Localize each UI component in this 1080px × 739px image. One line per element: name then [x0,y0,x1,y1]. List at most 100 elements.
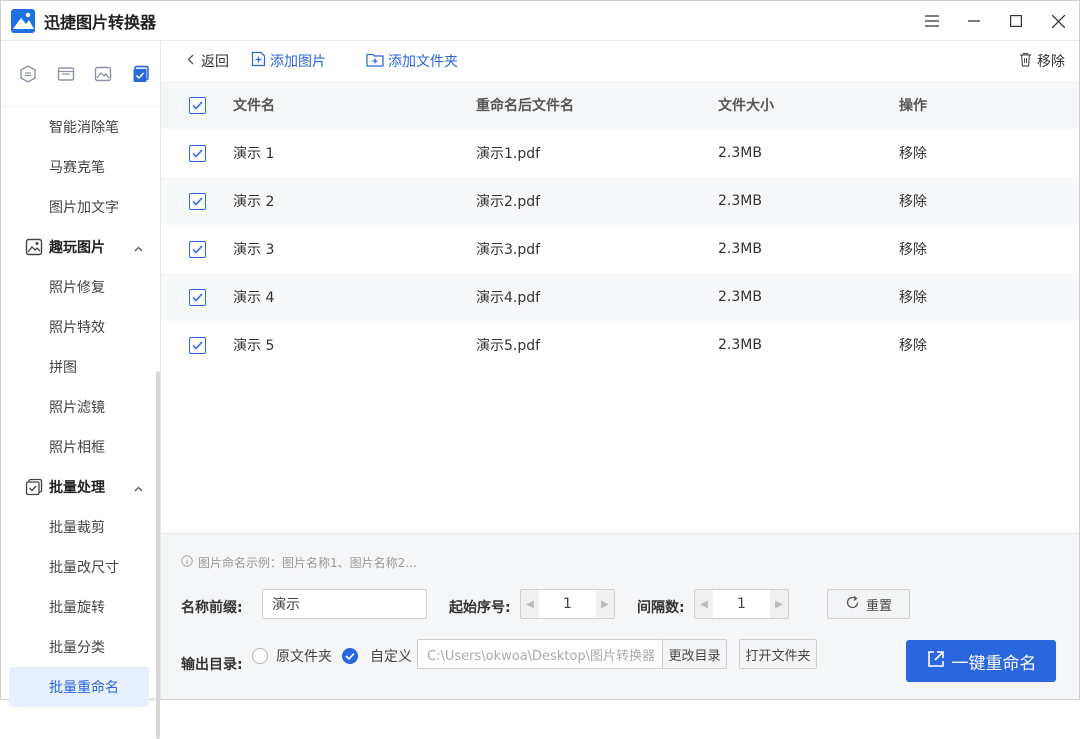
interval-label: 间隔数: [637,600,685,616]
menu-icon[interactable] [911,1,953,41]
row-checkbox[interactable] [189,336,206,354]
output-dir-label: 输出目录: [181,657,243,673]
sidebar-item-frames[interactable]: 照片相框 [1,427,157,467]
row-remove-link[interactable]: 移除 [899,143,927,163]
output-original-option[interactable]: 原文件夹 [252,646,332,666]
row-renamed: 演示2.pdf [476,194,541,210]
table-row[interactable]: 演示 1 演示1.pdf 2.3MB 移除 [161,129,1079,177]
change-dir-button[interactable]: 更改目录 [662,639,727,669]
radio-custom[interactable] [342,648,358,664]
row-checkbox[interactable] [189,240,206,258]
row-renamed: 演示1.pdf [476,146,541,162]
row-checkbox[interactable] [189,144,206,162]
prefix-input[interactable]: 演示 [262,589,427,619]
sidebar-group-fun[interactable]: 趣玩图片 [1,227,157,267]
decrement-icon[interactable]: ◀ [521,590,539,618]
app-window: 迅捷图片转换器 智能消除笔 马赛克笔 图片加文字 趣玩图片 照片修复 照片特效 … [0,0,1080,739]
chevron-up-icon [134,240,143,256]
rename-settings-panel: 图片命名示例：图片名称1、图片名称2... 名称前缀: 演示 起始序号: ◀ 1… [161,533,1079,699]
row-remove-link[interactable]: 移除 [899,239,927,259]
fun-image-icon [25,238,43,256]
row-filename: 演示 5 [233,338,275,354]
sidebar-scrollbar[interactable] [156,371,160,739]
row-remove-link[interactable]: 移除 [899,287,927,307]
sidebar: 智能消除笔 马赛克笔 图片加文字 趣玩图片 照片修复 照片特效 拼图 照片滤镜 … [1,41,161,739]
row-size: 2.3MB [718,193,762,209]
row-filename: 演示 1 [233,146,275,162]
rename-all-button[interactable]: 一键重命名 [906,640,1056,682]
row-filename: 演示 4 [233,290,275,306]
table-row[interactable]: 演示 4 演示4.pdf 2.3MB 移除 [161,273,1079,321]
header-action: 操作 [899,98,927,114]
interval-stepper[interactable]: ◀ 1 ▶ [694,589,789,619]
sidebar-item-batch-rename[interactable]: 批量重命名 [9,667,149,707]
sidebar-item-batch-rotate[interactable]: 批量旋转 [1,587,157,627]
start-number-stepper[interactable]: ◀ 1 ▶ [520,589,615,619]
back-button[interactable]: 返回 [187,51,229,71]
add-folder-icon [366,52,384,71]
app-logo-icon [11,8,35,33]
open-folder-button[interactable]: 打开文件夹 [739,639,817,669]
toolbar: 返回 添加图片 添加文件夹 移除 [161,41,1079,81]
batch-tab-icon[interactable] [122,59,160,89]
chevron-up-icon [134,480,143,496]
remove-all-button[interactable]: 移除 [1019,51,1065,71]
sidebar-item-collage[interactable]: 拼图 [1,347,157,387]
sidebar-item-mosaic[interactable]: 马赛克笔 [1,147,157,187]
sidebar-item-eraser[interactable]: 智能消除笔 [1,107,157,147]
sidebar-item-add-text[interactable]: 图片加文字 [1,187,157,227]
close-icon[interactable] [1037,1,1079,41]
row-renamed: 演示3.pdf [476,242,541,258]
sidebar-item-batch-crop[interactable]: 批量裁剪 [1,507,157,547]
row-size: 2.3MB [718,241,762,257]
chevron-left-icon [187,53,194,69]
table-row[interactable]: 演示 2 演示2.pdf 2.3MB 移除 [161,177,1079,225]
decrement-icon[interactable]: ◀ [695,590,713,618]
refresh-icon [845,595,860,614]
table-row[interactable]: 演示 3 演示3.pdf 2.3MB 移除 [161,225,1079,273]
start-number-label: 起始序号: [449,600,511,616]
main-panel: 返回 添加图片 添加文件夹 移除 文件名 重命名后文件名 文件大小 操作 演示 … [161,41,1079,699]
add-file-icon [251,51,266,71]
row-size: 2.3MB [718,289,762,305]
maximize-icon[interactable] [995,1,1037,41]
radio-original[interactable] [252,648,268,664]
edit-tab-icon[interactable] [47,59,85,89]
row-checkbox[interactable] [189,288,206,306]
app-title: 迅捷图片转换器 [44,12,157,32]
table-row[interactable]: 演示 5 演示5.pdf 2.3MB 移除 [161,321,1079,369]
convert-tab-icon[interactable] [9,59,47,89]
row-size: 2.3MB [718,145,762,161]
add-folder-button[interactable]: 添加文件夹 [366,51,458,71]
row-renamed: 演示4.pdf [476,290,541,306]
output-path-input[interactable]: C:\Users\okwoa\Desktop\图片转换器 [417,639,663,669]
header-renamed[interactable]: 重命名后文件名 [476,95,574,115]
minimize-icon[interactable] [953,1,995,41]
header-size[interactable]: 文件大小 [718,95,774,115]
sidebar-group-batch[interactable]: 批量处理 [1,467,157,507]
sidebar-item-batch-classify[interactable]: 批量分类 [1,627,157,667]
row-remove-link[interactable]: 移除 [899,191,927,211]
image-tab-icon[interactable] [85,59,123,89]
increment-icon[interactable]: ▶ [596,590,614,618]
batch-icon [25,478,43,496]
add-image-button[interactable]: 添加图片 [251,51,326,71]
select-all-checkbox[interactable] [189,96,206,114]
row-filename: 演示 2 [233,194,275,210]
reset-button[interactable]: 重置 [827,589,910,619]
row-remove-link[interactable]: 移除 [899,335,927,355]
sidebar-item-photo-repair[interactable]: 照片修复 [1,267,157,307]
sidebar-item-batch-resize[interactable]: 批量改尺寸 [1,547,157,587]
row-filename: 演示 3 [233,242,275,258]
output-custom-option[interactable]: 自定义 [342,646,412,666]
sidebar-item-filters[interactable]: 照片滤镜 [1,387,157,427]
naming-hint: 图片命名示例：图片名称1、图片名称2... [181,554,417,571]
file-table: 文件名 重命名后文件名 文件大小 操作 演示 1 演示1.pdf 2.3MB 移… [161,81,1079,369]
header-filename[interactable]: 文件名 [233,95,275,115]
sidebar-item-photo-effects[interactable]: 照片特效 [1,307,157,347]
export-icon [926,649,946,674]
row-checkbox[interactable] [189,192,206,210]
trash-icon [1019,52,1032,71]
prefix-label: 名称前缀: [181,600,243,616]
increment-icon[interactable]: ▶ [770,590,788,618]
